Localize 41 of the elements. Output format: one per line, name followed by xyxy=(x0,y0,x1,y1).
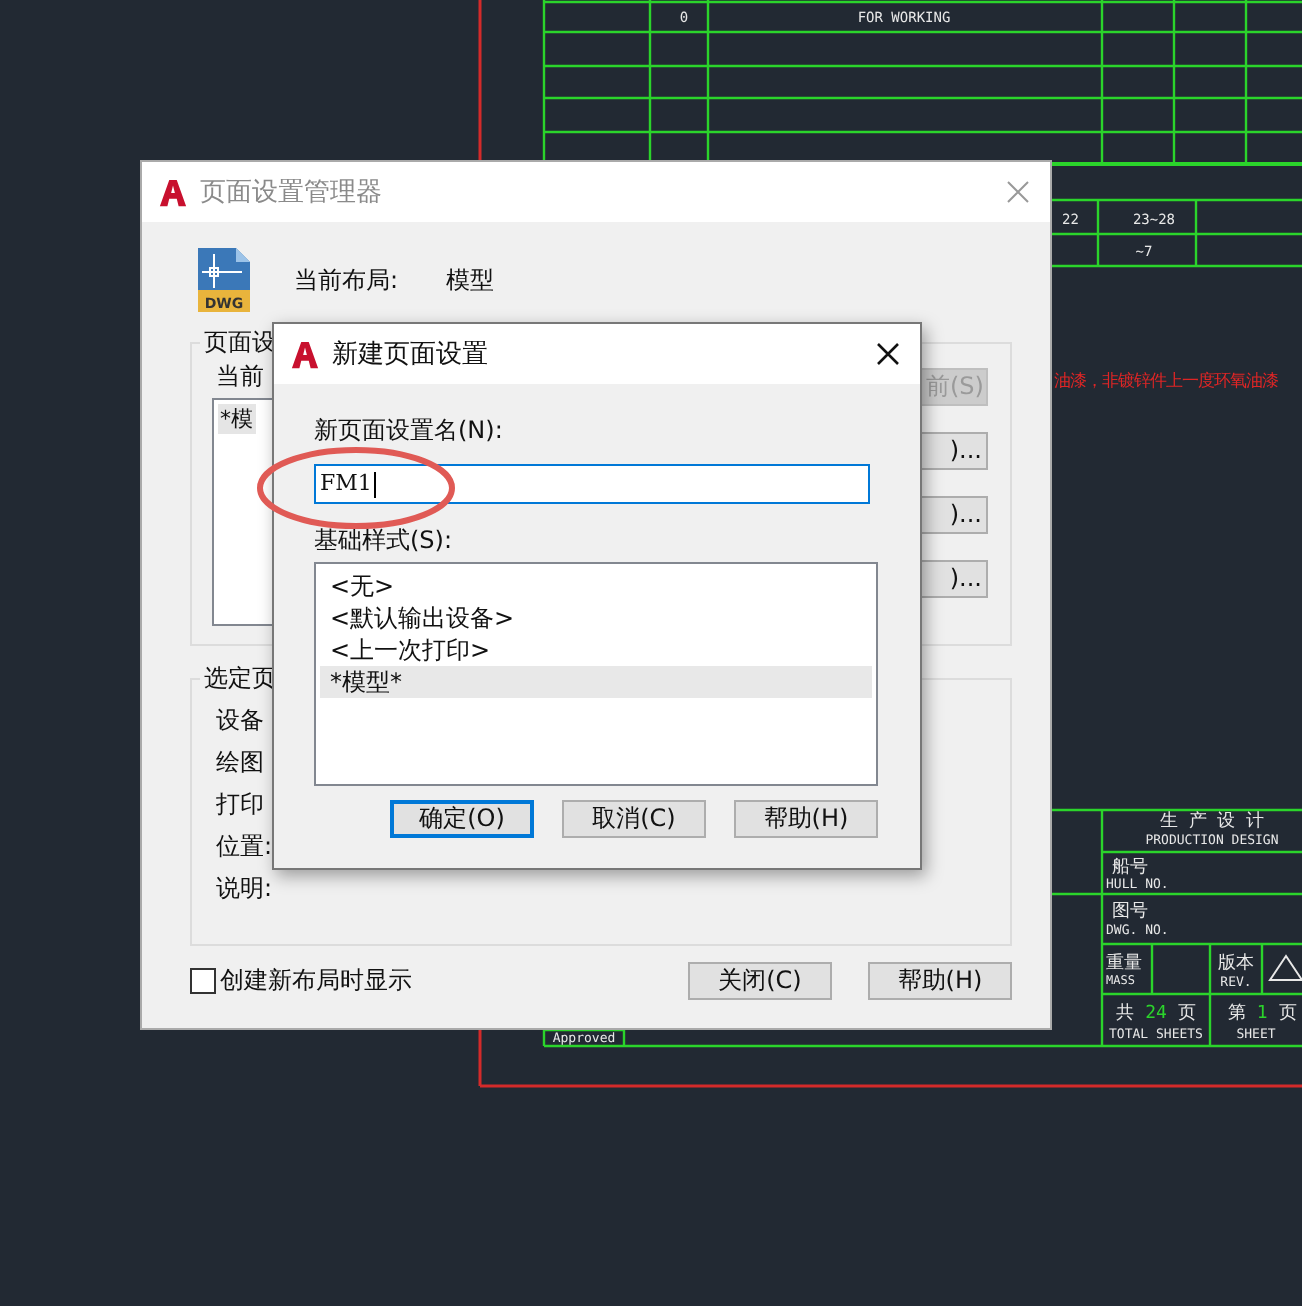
list-item[interactable]: <上一次打印> xyxy=(320,634,872,666)
close-icon[interactable] xyxy=(872,338,904,370)
window-title: 页面设置管理器 xyxy=(200,176,384,210)
note-text: 油漆，非镀锌件上一度环氧油漆 xyxy=(1054,370,1278,390)
app-logo-icon xyxy=(158,177,188,207)
side-button[interactable]: )... xyxy=(920,560,988,598)
dialog-button[interactable]: 帮助(H) xyxy=(868,962,1012,1000)
detail-label: 设备 xyxy=(216,704,264,736)
side-button[interactable]: )... xyxy=(920,432,988,470)
revision-label: 版本 xyxy=(1218,954,1254,974)
current-layout-label: 当前布局: xyxy=(294,263,401,297)
mass-label: 重量 xyxy=(1106,954,1142,974)
detail-label: 打印 xyxy=(216,788,264,820)
detail-label: 绘图 xyxy=(216,746,264,778)
list-item[interactable]: *模型* xyxy=(320,666,872,698)
detail-label: 说明: xyxy=(216,872,273,904)
name-label: 新页面设置名(N): xyxy=(314,416,503,444)
dialog-button[interactable]: 确定(O) xyxy=(390,800,534,838)
current-setup-label: 当前 xyxy=(216,360,266,394)
current-layout-value: 模型 xyxy=(446,263,494,297)
dialog-button[interactable]: 帮助(H) xyxy=(734,800,878,838)
checkbox[interactable] xyxy=(190,968,216,994)
checkbox-label: 创建新布局时显示 xyxy=(220,964,412,998)
hull-label: 船号 xyxy=(1112,858,1148,878)
heading-text: 生 产 设 计 xyxy=(1159,812,1265,832)
dialog-button[interactable]: 取消(C) xyxy=(562,800,706,838)
sheet-count-text: 共 24 页 xyxy=(1116,1004,1196,1024)
dialog-button[interactable]: 关闭(C) xyxy=(688,962,832,1000)
app-logo-icon xyxy=(290,339,320,369)
detail-label: 位置: xyxy=(216,830,273,862)
list-item[interactable]: <默认输出设备> xyxy=(320,602,872,634)
list-item[interactable]: *模 xyxy=(218,404,255,434)
triangle-icon xyxy=(1268,954,1302,981)
name-input-field[interactable]: FM1 xyxy=(314,464,870,504)
sheet-number-text: 第 1 页 xyxy=(1228,1004,1297,1024)
side-button[interactable]: )... xyxy=(920,496,988,534)
window-title: 新建页面设置 xyxy=(332,338,490,372)
list-item[interactable]: <无> xyxy=(320,570,872,602)
name-value: FM1 xyxy=(320,470,372,498)
base-style-label: 基础样式(S): xyxy=(314,526,453,554)
drawing-no-label: 图号 xyxy=(1112,902,1148,922)
